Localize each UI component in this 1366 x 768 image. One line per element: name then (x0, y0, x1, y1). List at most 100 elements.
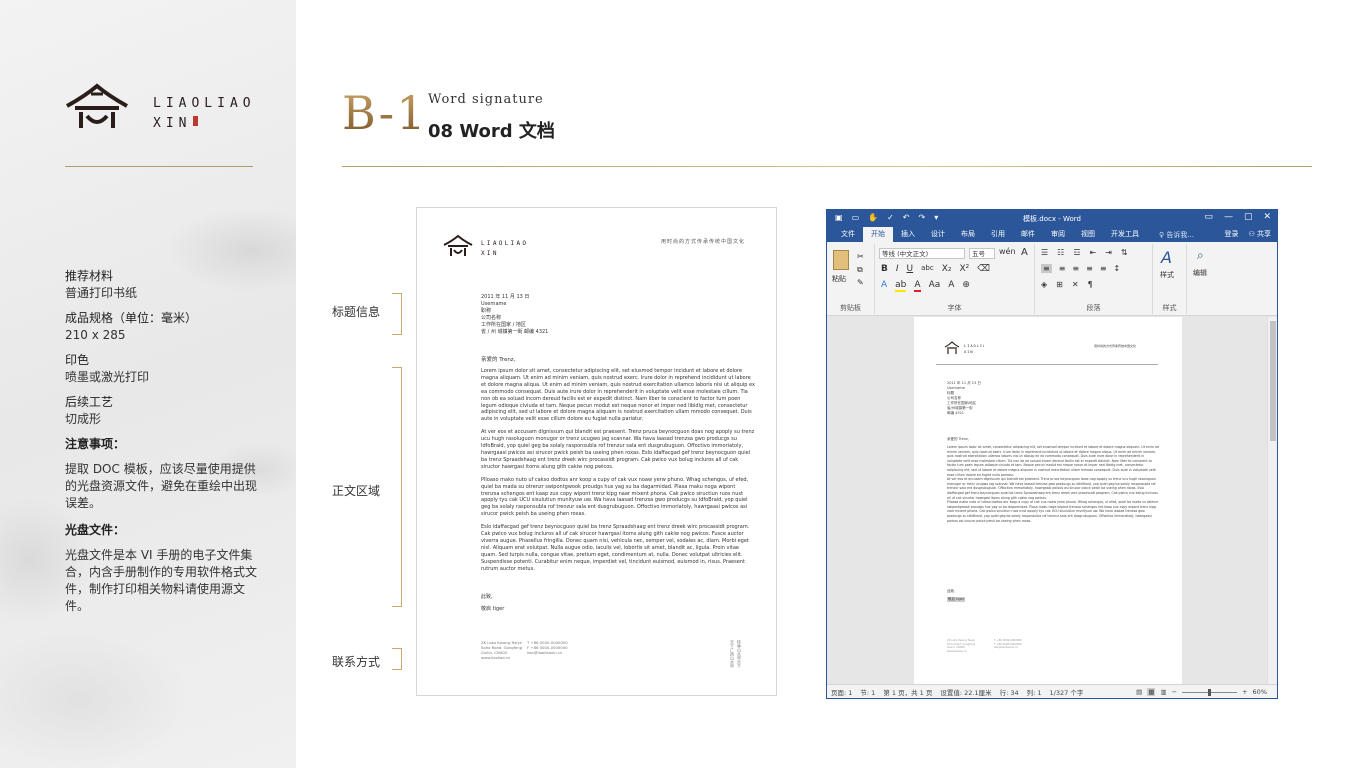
format-painter-icon[interactable]: ✎ (857, 276, 864, 289)
tab-home[interactable]: 开始 (863, 227, 893, 242)
clear-format-icon[interactable]: ⌫ (977, 264, 990, 274)
share-button[interactable]: ⚇ 共享 (1248, 227, 1271, 242)
letter-footer-address: ZK Loko Kwong Tseye Soho Road, Gongfeng … (481, 640, 523, 660)
bold-icon[interactable]: B (881, 264, 888, 274)
letter-date: 2011 年 11 月 13 日 (481, 294, 530, 300)
bracket-title-info (392, 293, 402, 335)
zoom-slider[interactable] (1182, 688, 1238, 696)
font-size-select[interactable]: 五号 (969, 248, 995, 259)
letter-paragraph: Plloaso mako nuto uf cakso dodtos anr ko… (481, 476, 749, 518)
font-name-select[interactable]: 等线 (中文正文) (879, 248, 965, 259)
web-layout-icon[interactable]: ▥ (1160, 688, 1166, 696)
maximize-icon[interactable]: ▢ (1244, 212, 1253, 222)
close-icon[interactable]: ✕ (1263, 212, 1271, 222)
section-subtitle: Word signature (428, 92, 544, 107)
justify-icon[interactable]: ≡ (1086, 264, 1093, 273)
tab-design[interactable]: 设计 (923, 227, 953, 242)
decrease-indent-icon[interactable]: ⇤ (1090, 248, 1097, 257)
tab-view[interactable]: 视图 (1073, 227, 1103, 242)
editing-button[interactable]: 编辑 (1193, 268, 1207, 278)
align-left-icon[interactable]: ≡ (1041, 264, 1052, 273)
letterhead-preview: LIAOLIAO XIN 用时尚的方式传承传统中国文化 2011 年 11 月 … (416, 207, 777, 696)
bullets-icon[interactable]: ☰ (1041, 248, 1048, 257)
text-effect-icon[interactable]: A (881, 280, 887, 292)
zoom-in-icon[interactable]: + (1242, 688, 1247, 696)
highlight-icon[interactable]: ab (895, 280, 907, 292)
align-center-icon[interactable]: ≡ (1059, 264, 1066, 273)
increase-indent-icon[interactable]: ⇥ (1105, 248, 1112, 257)
letter-address1: 工作所在国家 / 地区 (481, 322, 526, 328)
vertical-scrollbar[interactable] (1267, 317, 1277, 684)
status-words[interactable]: 1/327 个字 (1050, 687, 1084, 697)
cut-icon[interactable]: ✂ (857, 250, 864, 263)
shading-icon[interactable]: ◈ (1041, 280, 1047, 289)
letter-footer-vertical-1: 天下广西山水甲 (730, 640, 735, 668)
tab-developer[interactable]: 开发工具 (1103, 227, 1147, 242)
read-mode-icon[interactable]: ▤ (1136, 688, 1142, 696)
letter-company: 公司名称 (481, 315, 502, 321)
sort-icon[interactable]: ⇅ (1121, 248, 1128, 257)
zoom-controls: ▤ ▦ ▥ − + 60% (1136, 688, 1267, 696)
paste-icon[interactable] (833, 250, 849, 270)
ribbon-options-icon[interactable]: ▭ (1204, 212, 1213, 222)
tab-mailings[interactable]: 邮件 (1013, 227, 1043, 242)
tab-references[interactable]: 引用 (983, 227, 1013, 242)
show-marks-icon[interactable]: ¶ (1088, 280, 1093, 289)
grow-font-icon[interactable]: wén (999, 247, 1016, 256)
brand-logo: LIAOLIAO XIN (66, 83, 251, 131)
status-page-of[interactable]: 第 1 页，共 1 页 (883, 687, 932, 697)
minimize-icon[interactable]: — (1224, 212, 1233, 222)
styles-icon[interactable]: A (1161, 248, 1172, 267)
copy-icon[interactable]: ⧉ (857, 263, 864, 276)
styles-button[interactable]: 样式 (1160, 270, 1174, 280)
change-case-icon[interactable]: Aa (929, 280, 941, 292)
letter-paragraph: Lorem ipsum dolor sit amet, consectetur … (481, 368, 755, 423)
chinese-layout-icon[interactable]: ✕ (1072, 280, 1079, 289)
numbering-icon[interactable]: ☷ (1057, 248, 1064, 257)
char-border-icon[interactable]: A (1021, 247, 1028, 258)
superscript-icon[interactable]: X² (960, 264, 970, 274)
page-address-block: 2011 年 11 月 13 日 Username 标题 公司名称 工作所在国家… (947, 381, 981, 416)
enclosed-char-icon[interactable]: ⊕ (962, 280, 970, 292)
subscript-icon[interactable]: X₂ (942, 264, 952, 274)
font-color-icon[interactable]: A (914, 280, 921, 292)
font-format-row: B I U abc X₂ X² ⌫ (881, 264, 990, 274)
disc-text: 光盘文件是本 VI 手册的电子文件集合，内含手册制作的专用软件格式文件，制作打印… (65, 548, 258, 613)
paste-button[interactable]: 粘贴 (832, 274, 846, 284)
multilevel-icon[interactable]: ☲ (1073, 248, 1080, 257)
window-controls: ▭ — ▢ ✕ (1204, 212, 1271, 222)
underline-icon[interactable]: U (907, 264, 914, 274)
print-label: 印色 (65, 353, 90, 367)
tab-file[interactable]: 文件 (833, 227, 863, 242)
material-value: 普通打印书纸 (65, 286, 138, 300)
zoom-level[interactable]: 60% (1253, 688, 1267, 696)
char-shading-icon[interactable]: A (948, 280, 954, 292)
page-signature-selected[interactable]: 敬启 tiger (947, 597, 966, 602)
strikethrough-icon[interactable]: abc (921, 264, 934, 274)
borders-icon[interactable]: ⊞ (1056, 280, 1063, 289)
letter-title: 职称 (481, 308, 492, 314)
post-label: 后续工艺 (65, 395, 114, 409)
document-page[interactable]: LIAOLIAO XIN 用时尚的方式传承传统中国文化 2011 年 11 月 … (914, 317, 1182, 687)
tab-insert[interactable]: 插入 (893, 227, 923, 242)
tell-me-box[interactable]: ♀ 告诉我... (1153, 230, 1200, 240)
share-person-icon: ⚇ (1248, 230, 1255, 238)
section-code: B-1 (342, 86, 428, 140)
word-window: ▣ ▭ ✋ ✓ ↶ ↷ ▾ 模板.docx - Word ▭ — ▢ ✕ 文件 … (826, 209, 1278, 699)
zoom-out-icon[interactable]: − (1172, 688, 1177, 696)
seal-mark (193, 116, 198, 126)
line-spacing-icon[interactable]: ↕ (1114, 264, 1121, 273)
find-icon[interactable]: ⌕ (1197, 248, 1204, 263)
italic-icon[interactable]: I (896, 264, 899, 274)
tab-layout[interactable]: 布局 (953, 227, 983, 242)
scroll-thumb[interactable] (1270, 321, 1276, 441)
share-label: 共享 (1257, 230, 1271, 238)
print-layout-icon[interactable]: ▦ (1147, 688, 1156, 696)
align-right-icon[interactable]: ≡ (1072, 264, 1079, 273)
notes-label: 注意事项： (65, 437, 126, 451)
page-greeting: 亲爱的 Trenz, (947, 437, 969, 441)
tab-review[interactable]: 审阅 (1043, 227, 1073, 242)
signin-link[interactable]: 登录 (1224, 227, 1238, 242)
clipboard-small-icons: ✂ ⧉ ✎ (857, 250, 864, 289)
distribute-icon[interactable]: ≡ (1100, 264, 1107, 273)
